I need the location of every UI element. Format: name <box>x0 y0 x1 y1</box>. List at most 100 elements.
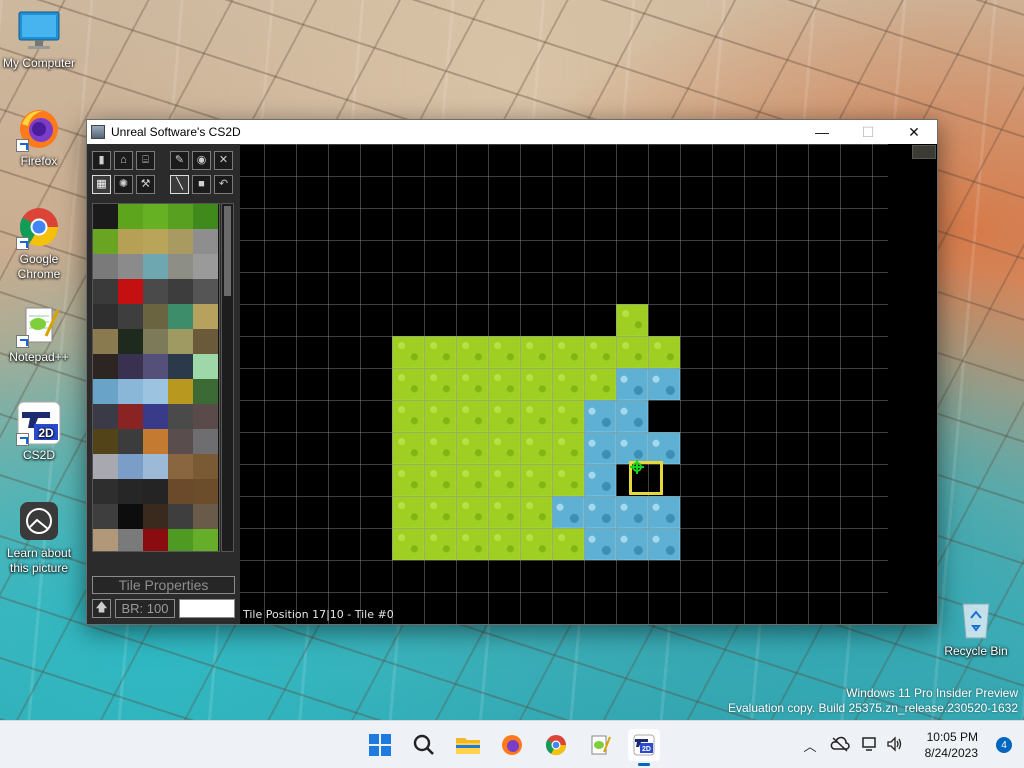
palette-tile[interactable] <box>118 479 143 504</box>
rectangle-tool-button[interactable]: ■ <box>192 175 211 194</box>
palette-tile[interactable] <box>118 254 143 279</box>
palette-tile[interactable] <box>143 329 168 354</box>
palette-tile[interactable] <box>93 429 118 454</box>
map-canvas[interactable]: Tile Position 17|10 - Tile #0 <box>240 144 937 624</box>
palette-tile[interactable] <box>93 479 118 504</box>
palette-tile[interactable] <box>118 379 143 404</box>
palette-tile[interactable] <box>193 504 218 529</box>
settings-button[interactable]: ✎ <box>170 151 189 170</box>
palette-tile[interactable] <box>118 504 143 529</box>
palette-tile[interactable] <box>168 254 193 279</box>
palette-tile[interactable] <box>143 379 168 404</box>
undo-button[interactable]: ↶ <box>214 175 233 194</box>
palette-tile[interactable] <box>93 204 118 229</box>
palette-tile[interactable] <box>193 204 218 229</box>
palette-tile[interactable] <box>143 279 168 304</box>
palette-scrollbar[interactable] <box>221 203 234 552</box>
view-button[interactable]: ◉ <box>192 151 211 170</box>
network-icon[interactable] <box>862 736 880 755</box>
tile-palette[interactable] <box>92 203 220 552</box>
palette-tile[interactable] <box>193 454 218 479</box>
palette-tile[interactable] <box>143 229 168 254</box>
palette-tile[interactable] <box>93 504 118 529</box>
volume-icon[interactable] <box>886 735 904 755</box>
desktop-icon-my-computer[interactable]: My Computer <box>0 8 78 71</box>
palette-tile[interactable] <box>168 454 193 479</box>
brush-size-field[interactable]: BR: 100 <box>115 599 175 618</box>
pencil-tool-button[interactable]: ╲ <box>170 175 189 194</box>
palette-tile[interactable] <box>118 529 143 551</box>
palette-tile[interactable] <box>193 479 218 504</box>
file-explorer-icon[interactable] <box>452 729 484 761</box>
search-icon[interactable] <box>408 729 440 761</box>
palette-tile[interactable] <box>93 454 118 479</box>
palette-tile[interactable] <box>143 254 168 279</box>
palette-tile[interactable] <box>193 529 218 551</box>
palette-tile[interactable] <box>193 354 218 379</box>
palette-tile[interactable] <box>93 304 118 329</box>
palette-tile[interactable] <box>168 504 193 529</box>
palette-tile[interactable] <box>118 329 143 354</box>
palette-tile[interactable] <box>168 479 193 504</box>
palette-tile[interactable] <box>118 454 143 479</box>
palette-tile[interactable] <box>168 329 193 354</box>
palette-tile[interactable] <box>193 429 218 454</box>
desktop-icon-learn-about-picture[interactable]: Learn about this picture <box>0 498 78 576</box>
palette-tile[interactable] <box>168 229 193 254</box>
palette-tile[interactable] <box>168 429 193 454</box>
palette-tile[interactable] <box>93 254 118 279</box>
desktop-icon-firefox[interactable]: Firefox <box>0 106 78 169</box>
taskbar-clock[interactable]: 10:05 PM 8/24/2023 <box>925 729 978 761</box>
up-arrow-button[interactable]: 🡅 <box>92 599 111 618</box>
palette-tile[interactable] <box>93 329 118 354</box>
palette-tile[interactable] <box>118 229 143 254</box>
palette-tile[interactable] <box>143 404 168 429</box>
palette-tile[interactable] <box>93 379 118 404</box>
palette-tile[interactable] <box>193 279 218 304</box>
palette-tile[interactable] <box>143 479 168 504</box>
palette-tile[interactable] <box>143 529 168 551</box>
tile-color-field[interactable] <box>179 599 235 618</box>
tiles-mode-button[interactable]: ▦ <box>92 175 111 194</box>
palette-tile[interactable] <box>118 304 143 329</box>
palette-tile[interactable] <box>93 279 118 304</box>
firefox-taskbar-icon[interactable] <box>496 729 528 761</box>
palette-tile[interactable] <box>193 304 218 329</box>
desktop-icon-recycle-bin[interactable]: Recycle Bin <box>937 596 1015 659</box>
onedrive-icon[interactable] <box>830 736 850 755</box>
palette-tile[interactable] <box>118 404 143 429</box>
tile-properties-button[interactable]: Tile Properties <box>92 576 235 594</box>
scrollbar-thumb[interactable] <box>224 206 231 296</box>
start-icon[interactable] <box>364 729 396 761</box>
new-map-button[interactable]: ▮ <box>92 151 111 170</box>
load-map-button[interactable]: ⌂ <box>114 151 133 170</box>
desktop-icon-cs2d[interactable]: 2D CS2D <box>0 400 78 463</box>
palette-tile[interactable] <box>143 504 168 529</box>
notification-badge[interactable]: 4 <box>996 737 1012 753</box>
notepadpp-taskbar-icon[interactable] <box>584 729 616 761</box>
chrome-taskbar-icon[interactable] <box>540 729 572 761</box>
maximize-button[interactable]: ☐ <box>845 120 891 144</box>
palette-tile[interactable] <box>193 229 218 254</box>
minimap[interactable] <box>912 145 936 159</box>
palette-tile[interactable] <box>93 404 118 429</box>
exit-button[interactable]: ✕ <box>214 151 233 170</box>
palette-tile[interactable] <box>193 254 218 279</box>
title-bar[interactable]: Unreal Software's CS2D — ☐ ✕ <box>87 120 937 144</box>
palette-tile[interactable] <box>143 204 168 229</box>
minimize-button[interactable]: — <box>799 120 845 144</box>
tools-mode-button[interactable]: ⚒ <box>136 175 155 194</box>
palette-tile[interactable] <box>118 204 143 229</box>
palette-tile[interactable] <box>168 404 193 429</box>
desktop-icon-notepadpp[interactable]: Notepad++ <box>0 302 78 365</box>
palette-tile[interactable] <box>93 529 118 551</box>
palette-tile[interactable] <box>193 379 218 404</box>
palette-tile[interactable] <box>168 379 193 404</box>
palette-tile[interactable] <box>93 229 118 254</box>
palette-tile[interactable] <box>193 404 218 429</box>
close-button[interactable]: ✕ <box>891 120 937 144</box>
desktop-icon-chrome[interactable]: Google Chrome <box>0 204 78 282</box>
palette-tile[interactable] <box>143 354 168 379</box>
palette-tile[interactable] <box>143 429 168 454</box>
palette-tile[interactable] <box>168 279 193 304</box>
